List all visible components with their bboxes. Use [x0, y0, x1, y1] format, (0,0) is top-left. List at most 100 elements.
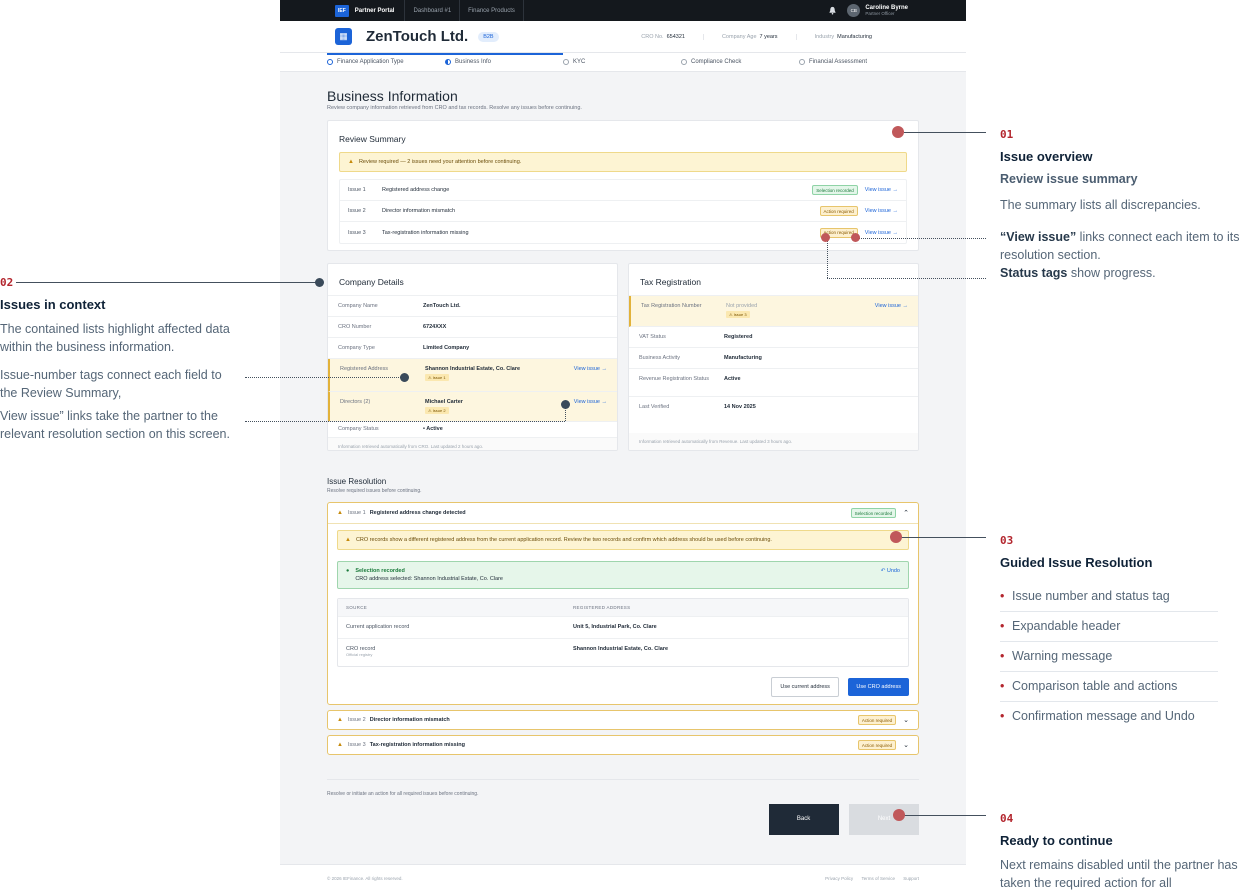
annotation-number: 01 [1000, 128, 1014, 141]
issue-resolution-subtitle: Resolve required issues before continuin… [327, 488, 422, 494]
issue-3-accordion[interactable]: ▲ Issue 3 Tax-registration information m… [327, 735, 919, 755]
annotation-title: Ready to continue [1000, 833, 1113, 848]
industry-value: Manufacturing [837, 33, 872, 40]
portal-name[interactable]: Partner Portal [355, 8, 395, 14]
annotation-text: “View issue” links connect each item to … [1000, 230, 1240, 280]
connector-line [565, 408, 566, 421]
next-button[interactable]: Next [849, 804, 919, 835]
view-issue-link[interactable]: View issue → [574, 399, 607, 414]
use-current-address-button[interactable]: Use current address [771, 677, 839, 697]
annotation-text: Issue-number tags connect each field to … [0, 368, 222, 400]
nav-tab-dashboard[interactable]: Dashboard #1 [404, 0, 459, 21]
circle-icon [681, 59, 687, 65]
copyright: © 2026 IEFinance. All rights reserved. [327, 875, 403, 881]
annotation-text: The summary lists all discrepancies. [1000, 198, 1201, 212]
issue-2-accordion[interactable]: ▲ Issue 2 Director information mismatch … [327, 710, 919, 730]
b2b-badge: B2B [478, 31, 499, 42]
status-badge: Action required [857, 740, 897, 750]
annotation-text: The contained lists highlight affected d… [0, 322, 230, 354]
annotation-list-item: Confirmation message and Undo [1000, 702, 1218, 731]
tax-row: Last Verified 14 Nov 2025 [639, 404, 756, 410]
review-summary-card: Review Summary ▲ Review required — 2 issu… [327, 120, 919, 251]
marker-dot [561, 400, 570, 409]
annotation-text: View issue” links take the partner to th… [0, 409, 230, 441]
support-link[interactable]: Support [903, 876, 919, 881]
selection-confirmation: ● Selection recorded CRO address selected… [337, 561, 909, 589]
step-compliance-check[interactable]: Compliance Check [681, 59, 799, 65]
nav-tab-divider [522, 0, 540, 21]
annotation-subtitle: Review issue summary [1000, 172, 1138, 186]
privacy-policy-link[interactable]: Privacy Policy [825, 876, 853, 881]
check-circle-icon: ● [346, 568, 350, 574]
issue-1-accordion: ▲ Issue 1 Registered address change dete… [327, 502, 919, 705]
annotation-number: 04 [1000, 812, 1014, 825]
chevron-down-icon[interactable]: ⌄ [903, 741, 909, 749]
connector-line [900, 537, 986, 538]
user-role: Partner Officer [865, 11, 895, 16]
view-issue-link[interactable]: View issue → [875, 303, 908, 319]
stepper-progress [327, 53, 563, 55]
connector-line [904, 132, 986, 133]
nav-tab-finance-products[interactable]: Finance Products [459, 0, 523, 21]
view-issue-link[interactable]: View issue → [865, 187, 898, 193]
brand-logo: IEF [335, 4, 349, 17]
annotation-title: Issue overview [1000, 149, 1093, 164]
warning-icon: ▲ [345, 537, 351, 543]
column-header: SOURCE [346, 605, 368, 610]
user-info[interactable]: Caroline Byrne Partner Officer [865, 5, 908, 16]
connector-line [827, 278, 986, 279]
step-financial-assessment[interactable]: Financial Assessment [799, 59, 917, 65]
detail-row: Company Type Limited Company [328, 338, 617, 359]
issue-1-header[interactable]: ▲ Issue 1 Registered address change dete… [328, 503, 918, 523]
page-footer: © 2026 IEFinance. All rights reserved. P… [280, 864, 966, 891]
bell-icon[interactable] [828, 6, 837, 15]
chevron-up-icon[interactable]: ⌃ [903, 509, 909, 517]
tax-registration-card: Tax Registration Tax Registration Number… [628, 263, 919, 451]
annotation-03: 03 Guided Issue Resolution Issue number … [1000, 534, 1218, 731]
connector-line [16, 282, 318, 283]
issue-2-header[interactable]: ▲ Issue 2 Director information mismatch … [328, 711, 918, 729]
issue-3-header[interactable]: ▲ Issue 3 Tax-registration information m… [328, 736, 918, 754]
undo-button[interactable]: ↶ Undo [881, 568, 900, 582]
view-issue-link[interactable]: View issue → [865, 230, 898, 236]
review-summary-title: Review Summary [339, 134, 406, 144]
connector-line [856, 238, 986, 239]
company-details-title: Company Details [328, 264, 617, 296]
use-cro-address-button[interactable]: Use CRO address [848, 678, 909, 696]
stepper: Finance Application Type Business Info K… [280, 53, 966, 72]
app-window: IEF Partner Portal Dashboard #1 Finance … [280, 0, 966, 891]
status-badge: Selection recorded [812, 185, 858, 195]
annotation-title: Issues in context [0, 297, 106, 312]
connector-line [904, 815, 986, 816]
back-button[interactable]: Back [768, 804, 839, 835]
tax-row: Business Activity Manufacturing [629, 348, 918, 369]
warning-icon: ▲ [337, 510, 343, 516]
view-issue-link[interactable]: View issue → [865, 208, 898, 214]
cro-value: 654321 [666, 33, 685, 40]
step-business-info[interactable]: Business Info [445, 59, 563, 65]
industry-label: Industry [814, 33, 835, 40]
marker-dot [892, 126, 904, 138]
view-issue-link[interactable]: View issue → [574, 366, 607, 384]
detail-row: Company Name ZenTouch Ltd. [328, 296, 617, 317]
annotation-list-item: Issue number and status tag [1000, 582, 1218, 612]
tax-row-number: Tax Registration Number Not provided ⚠ Iss… [629, 296, 918, 327]
step-kyc[interactable]: KYC [563, 59, 681, 65]
marker-dot [821, 233, 830, 242]
issue-row-1: Issue 1 Registered address change Selecti… [340, 180, 906, 201]
half-circle-icon [445, 59, 451, 65]
step-finance-application-type[interactable]: Finance Application Type [327, 59, 445, 65]
top-navbar: IEF Partner Portal Dashboard #1 Finance … [280, 0, 966, 21]
circle-icon [563, 59, 569, 65]
status-badge: Selection recorded [850, 508, 897, 518]
avatar[interactable]: CB [847, 4, 861, 17]
marker-dot [400, 373, 409, 382]
connector-line [245, 377, 403, 378]
tax-row: VAT Status Registered [629, 327, 918, 348]
status-badge: Action required [819, 206, 858, 216]
chevron-down-icon[interactable]: ⌄ [903, 716, 909, 724]
terms-link[interactable]: Terms of Service [861, 876, 895, 881]
connector-line [827, 240, 828, 278]
tax-registration-title: Tax Registration [629, 264, 918, 296]
issue-tag: ⚠ Issue 3 [726, 311, 750, 318]
